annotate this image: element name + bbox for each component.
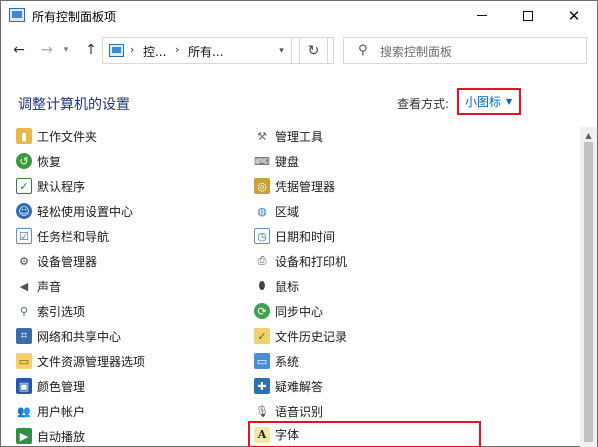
- breadcrumb-all-items[interactable]: 所有...: [188, 43, 223, 60]
- file-history-icon: ✓: [254, 328, 270, 344]
- arrow-right-icon: →: [41, 42, 53, 58]
- maximize-icon: [523, 10, 533, 21]
- chevron-right-icon: ›: [175, 43, 180, 56]
- item-color-management[interactable]: ▣ 颜色管理: [16, 375, 85, 397]
- fonts-icon: A: [254, 426, 270, 443]
- system-icon: ▭: [254, 353, 270, 369]
- sound-icon: ◀: [19, 279, 29, 293]
- chevron-up-icon: ▲: [585, 131, 592, 140]
- credential-manager-icon: ◎: [254, 178, 270, 194]
- minimize-button[interactable]: [459, 1, 505, 30]
- network-icon: ⌗: [16, 328, 32, 344]
- chevron-down-icon: ▾: [279, 45, 284, 56]
- search-box[interactable]: ⚲ 搜索控制面板: [343, 37, 587, 64]
- indexing-icon: ⚲: [19, 304, 29, 318]
- item-region[interactable]: ◍ 区域: [254, 200, 299, 222]
- item-admin-tools[interactable]: ⚒ 管理工具: [254, 127, 323, 147]
- item-network[interactable]: ⌗ 网络和共享中心: [16, 325, 121, 347]
- item-ease-of-access[interactable]: ☺ 轻松使用设置中心: [16, 200, 133, 222]
- refresh-icon: ↻: [307, 42, 320, 59]
- item-default-programs[interactable]: ✓ 默认程序: [16, 175, 85, 197]
- autoplay-icon: ▶: [16, 428, 32, 444]
- window-title: 所有控制面板项: [32, 10, 117, 24]
- item-explorer-options[interactable]: ▭ 文件资源管理器选项: [16, 350, 145, 372]
- view-by-label: 查看方式:: [397, 97, 450, 111]
- control-panel-window: 所有控制面板项 ✕ ← → ▾ ↑ › 控... › 所有... ▾ ↻ ⚲ 搜…: [0, 0, 598, 447]
- vertical-scrollbar[interactable]: ▲: [580, 127, 597, 447]
- default-programs-icon: ✓: [16, 178, 32, 194]
- arrow-left-icon: ←: [13, 42, 25, 58]
- item-troubleshooting[interactable]: ✚ 疑难解答: [254, 375, 323, 397]
- device-manager-icon: ⚙: [19, 254, 29, 268]
- control-panel-icon: [109, 44, 124, 57]
- sync-center-icon: ⟳: [254, 303, 270, 319]
- title-bar[interactable]: 所有控制面板项 ✕: [1, 1, 597, 31]
- refresh-button[interactable]: ↻: [299, 37, 328, 64]
- date-time-icon: ◷: [254, 228, 270, 244]
- color-management-icon: ▣: [16, 378, 32, 394]
- control-panel-icon: [9, 8, 25, 22]
- recovery-icon: ↺: [16, 153, 32, 169]
- item-date-time[interactable]: ◷ 日期和时间: [254, 225, 335, 247]
- view-by-dropdown[interactable]: 小图标 ▼: [457, 88, 521, 115]
- close-button[interactable]: ✕: [551, 1, 597, 30]
- forward-button[interactable]: →: [37, 40, 57, 60]
- item-file-history[interactable]: ✓ 文件历史记录: [254, 325, 347, 347]
- chevron-right-icon: ›: [130, 43, 135, 56]
- search-icon: ⚲: [358, 43, 368, 58]
- item-recovery[interactable]: ↺ 恢复: [16, 150, 61, 172]
- item-indexing[interactable]: ⚲ 索引选项: [16, 300, 85, 322]
- item-autoplay[interactable]: ▶ 自动播放: [16, 425, 85, 447]
- keyboard-icon: ⌨: [254, 154, 270, 168]
- user-accounts-icon: 👥: [17, 404, 31, 418]
- item-taskbar[interactable]: ☑ 任务栏和导航: [16, 225, 109, 247]
- ease-of-access-icon: ☺: [16, 203, 32, 219]
- page-title: 调整计算机的设置: [18, 97, 130, 113]
- item-user-accounts[interactable]: 👥 用户帐户: [16, 400, 85, 422]
- item-keyboard[interactable]: ⌨ 键盘: [254, 150, 299, 172]
- chevron-down-icon: ▾: [63, 45, 69, 55]
- caret-down-icon: ▼: [506, 97, 513, 106]
- work-folders-icon: ▮: [16, 128, 32, 144]
- up-button[interactable]: ↑: [81, 40, 101, 60]
- mouse-icon: ⬮: [258, 279, 266, 292]
- item-mouse[interactable]: ⬮ 鼠标: [254, 275, 299, 297]
- item-devices-printers[interactable]: ⎙ 设备和打印机: [254, 250, 347, 272]
- scrollbar-thumb[interactable]: [584, 142, 593, 442]
- minimize-icon: [477, 15, 487, 16]
- speech-recognition-icon: 🎙: [255, 404, 269, 418]
- item-sound[interactable]: ◀ 声音: [16, 275, 61, 297]
- item-system[interactable]: ▭ 系统: [254, 350, 299, 372]
- devices-printers-icon: ⎙: [257, 254, 267, 267]
- recent-locations-button[interactable]: ▾: [59, 40, 73, 60]
- explorer-options-icon: ▭: [16, 353, 32, 369]
- view-by-value: 小图标: [465, 95, 502, 109]
- item-sync-center[interactable]: ⟳ 同步中心: [254, 300, 323, 322]
- item-work-folders[interactable]: ▮ 工作文件夹: [16, 127, 97, 147]
- maximize-button[interactable]: [505, 1, 551, 30]
- close-icon: ✕: [567, 6, 581, 25]
- item-speech-recognition[interactable]: 🎙 语音识别: [254, 400, 323, 422]
- control-panel-items: ▮ 工作文件夹 ↺ 恢复 ✓ 默认程序 ☺ 轻松使用设置中心 ☑ 任务栏和导航 …: [1, 127, 579, 447]
- troubleshooting-icon: ✚: [254, 378, 270, 394]
- item-fonts[interactable]: A 字体: [248, 421, 481, 447]
- item-credential-manager[interactable]: ◎ 凭据管理器: [254, 175, 335, 197]
- item-device-manager[interactable]: ⚙ 设备管理器: [16, 250, 97, 272]
- arrow-up-icon: ↑: [85, 42, 97, 58]
- taskbar-icon: ☑: [16, 228, 32, 244]
- region-icon: ◍: [257, 204, 267, 218]
- back-button[interactable]: ←: [9, 40, 29, 60]
- navigation-bar: ← → ▾ ↑ › 控... › 所有... ▾ ↻ ⚲ 搜索控制面板: [1, 31, 597, 71]
- address-dropdown-button[interactable]: ▾: [272, 37, 292, 64]
- breadcrumb-control-panel[interactable]: 控...: [143, 43, 166, 60]
- admin-tools-icon: ⚒: [257, 129, 267, 143]
- search-placeholder: 搜索控制面板: [380, 45, 453, 59]
